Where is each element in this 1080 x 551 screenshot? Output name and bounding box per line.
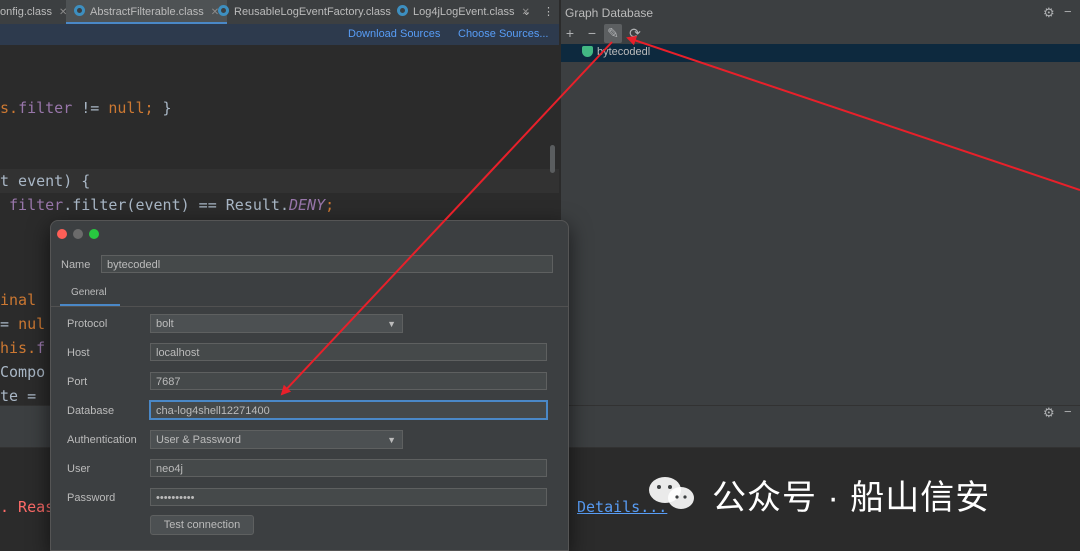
gear-icon[interactable]: ⚙ (1043, 5, 1055, 21)
tab-label: onfig.class (0, 6, 52, 18)
authentication-value: User & Password (156, 434, 241, 446)
tab-overflow-chevron-icon[interactable]: ⌄ (522, 0, 531, 24)
tab-config[interactable]: onfig.class ✕ (0, 0, 67, 24)
code-line: inal (0, 291, 37, 309)
tab-underline-divider (51, 306, 568, 307)
minimize-button[interactable]: − (1064, 404, 1072, 419)
name-field[interactable]: bytecodedl (101, 255, 553, 273)
graph-panel-tree (561, 44, 1080, 405)
authentication-select[interactable]: User & Password ▼ (150, 430, 403, 449)
chevron-down-icon: ▼ (387, 319, 396, 329)
name-label: Name (61, 259, 91, 271)
editor-scrollbar[interactable] (550, 145, 555, 173)
remove-icon[interactable]: − (583, 24, 601, 43)
zoom-window-button[interactable] (89, 229, 99, 239)
code-token: } (153, 99, 172, 117)
code-token: filter (18, 99, 73, 117)
code-line: t event) { (0, 172, 91, 190)
code-token: != (72, 99, 109, 117)
tab-label: AbstractFilterable.class (90, 6, 204, 18)
protocol-value: bolt (156, 318, 174, 330)
close-window-button[interactable] (57, 229, 67, 239)
download-sources-link[interactable]: Download Sources (348, 28, 440, 40)
code-token: his. (0, 339, 37, 357)
editor-tab-bar: onfig.class ✕ AbstractFilterable.class ✕ R… (0, 0, 560, 25)
class-icon (74, 5, 85, 16)
tree-node-label[interactable]: bytecodedl (597, 46, 650, 58)
code-token: s. (0, 99, 19, 117)
user-label: User (67, 463, 91, 475)
code-line: his.f (0, 337, 45, 359)
tab-label: ReusableLogEventFactory.class (234, 6, 391, 18)
tab-general[interactable]: General (60, 280, 120, 307)
tab-general-label: General (71, 287, 107, 298)
neo4j-database-icon (582, 46, 593, 57)
code-line: s.filter != null; } (0, 97, 172, 119)
password-field[interactable]: •••••••••• (150, 488, 547, 506)
code-line: = nul (0, 313, 45, 335)
authentication-label: Authentication (67, 434, 137, 446)
refresh-icon[interactable]: ⟳ (626, 24, 644, 43)
graph-panel-title: Graph Database (565, 6, 654, 20)
user-field[interactable]: neo4j (150, 459, 547, 477)
minimize-button[interactable]: − (1064, 4, 1072, 19)
test-connection-button[interactable]: Test connection (150, 515, 254, 535)
edit-icon[interactable]: ✎ (604, 24, 622, 43)
port-label: Port (67, 376, 88, 388)
error-text: . Reas (0, 498, 55, 516)
code-line: Compo (0, 363, 46, 381)
protocol-select[interactable]: bolt ▼ (150, 314, 403, 333)
port-field[interactable]: 7687 (150, 372, 547, 390)
class-icon (397, 5, 408, 16)
decompiled-notice-bar: Download Sources Choose Sources... (0, 24, 560, 45)
watermark-text: 公众号 · 船山信安 (712, 479, 991, 517)
host-label: Host (67, 347, 90, 359)
minimize-window-button[interactable] (73, 229, 83, 239)
code-token: DENY (289, 196, 326, 214)
choose-sources-link[interactable]: Choose Sources... (458, 28, 549, 40)
tab-label: Log4jLogEvent.class (413, 6, 515, 18)
code-token: = (0, 315, 19, 333)
class-icon (218, 5, 229, 16)
host-field[interactable]: localhost (150, 343, 547, 361)
code-token: ; (325, 196, 335, 214)
gear-icon[interactable]: ⚙ (1043, 405, 1055, 421)
tab-abstractfilterable[interactable]: AbstractFilterable.class ✕ (66, 0, 228, 24)
tab-reusablelogeventfactory[interactable]: ReusableLogEventFactory.class✕ (218, 0, 406, 24)
add-icon[interactable]: + (561, 24, 579, 43)
tab-log4jlogevent[interactable]: Log4jLogEvent.class ✕ (397, 0, 530, 24)
code-token: null (108, 99, 145, 117)
code-token: ; (144, 99, 154, 117)
connection-dialog: Name bytecodedl General Protocol bolt ▼ H… (50, 220, 569, 551)
code-token: filter (9, 196, 64, 214)
chevron-down-icon: ▼ (387, 435, 396, 445)
password-label: Password (67, 492, 116, 504)
code-line: te = (0, 387, 37, 405)
code-token: nul (18, 315, 46, 333)
database-label: Database (67, 405, 115, 417)
database-field[interactable]: cha-log4shell12271400 (150, 401, 547, 419)
protocol-label: Protocol (67, 318, 108, 330)
tab-menu-icon[interactable]: ⋮ (543, 0, 554, 24)
code-line: filter.filter(event) == Result.DENY; (0, 194, 334, 216)
code-token: .filter(event) == Result. (63, 196, 289, 214)
code-token: f (36, 339, 46, 357)
